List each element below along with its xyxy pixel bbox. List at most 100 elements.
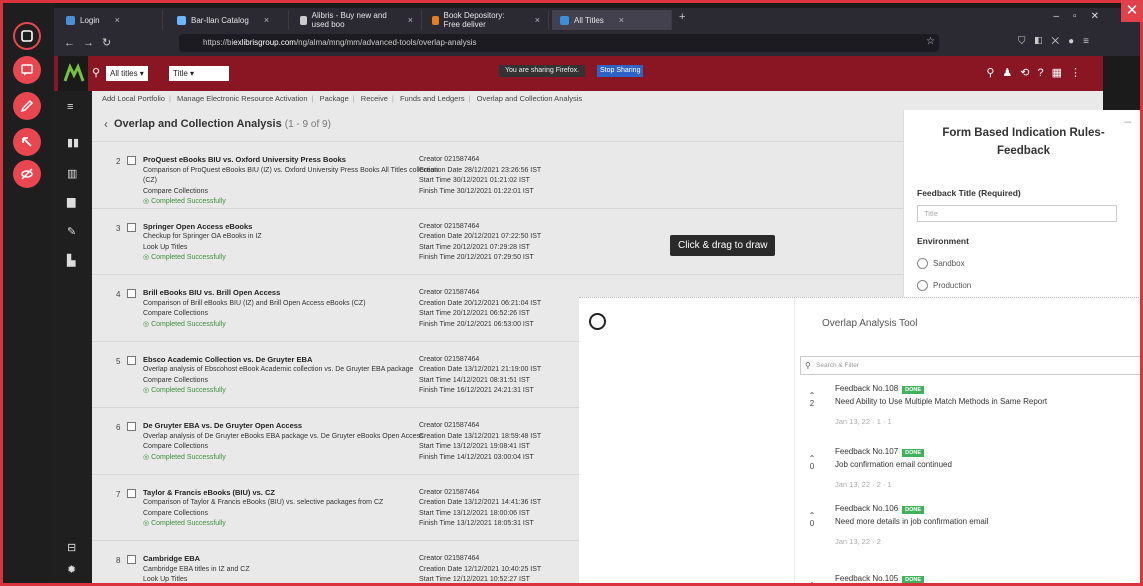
- sidebar-tools-icon[interactable]: ✎: [67, 225, 79, 238]
- close-icon[interactable]: ✕: [1121, 0, 1143, 22]
- search-scope-select[interactable]: All titles ▾: [106, 66, 148, 81]
- row-description: Checkup for Springer OA eBooks in IZ: [143, 233, 262, 240]
- row-creation-date: Creation Date 28/12/2021 23:26:56 IST: [419, 166, 542, 174]
- feedback-form-panel: – Form Based Indication Rules-Feedback F…: [903, 110, 1143, 300]
- sidebar-acquisitions-icon[interactable]: ≡: [67, 101, 79, 113]
- row-start-time: Start Time 13/12/2021 19:08:41 IST: [419, 443, 530, 450]
- row-checkbox[interactable]: [127, 289, 136, 298]
- url-path: /ng/alma/mng/mm/advanced-tools/overlap-a…: [295, 38, 477, 47]
- row-creation-date: Creation Date 13/12/2021 18:59:48 IST: [419, 432, 542, 440]
- feedback-description: Need more details in job confirmation em…: [835, 517, 989, 526]
- minimize-icon[interactable]: –: [1124, 114, 1131, 128]
- tab-favicon-icon: [560, 15, 569, 25]
- tab-close-icon[interactable]: ×: [115, 15, 120, 25]
- upvote-control[interactable]: ⌃0: [807, 582, 817, 586]
- sidebar-settings-icon[interactable]: ✹: [67, 563, 79, 576]
- subnav-item[interactable]: Receive: [361, 94, 388, 103]
- search-field-select[interactable]: Title ▾: [169, 66, 229, 81]
- annotation-toolbar: [0, 0, 54, 586]
- back-chevron-icon[interactable]: ‹: [104, 117, 108, 131]
- row-checkbox[interactable]: [127, 422, 136, 431]
- sidebar-admin-icon[interactable]: ▆: [67, 195, 79, 208]
- row-checkbox[interactable]: [127, 488, 136, 498]
- feedback-stats: Jan 13, 22 · 2 · 1: [835, 480, 892, 489]
- row-title[interactable]: Cambridge EBA: [143, 554, 443, 565]
- tab-close-icon[interactable]: ×: [408, 15, 413, 25]
- tool-search-input[interactable]: ⚲ Search & Filter: [800, 356, 1143, 375]
- feedback-title[interactable]: Feedback No.106: [835, 504, 898, 513]
- row-checkbox[interactable]: [127, 555, 136, 564]
- row-status: ◎ Completed Successfully: [143, 453, 443, 464]
- browser-tab[interactable]: Login ×: [58, 10, 163, 30]
- row-title[interactable]: Brill eBooks BIU vs. Brill Open Access: [143, 288, 443, 299]
- sidebar-analytics-icon[interactable]: ▙: [67, 254, 79, 267]
- tab-close-icon[interactable]: ×: [619, 15, 624, 25]
- upvote-control[interactable]: ⌃0: [807, 512, 817, 528]
- check-circle-icon: ◎: [143, 198, 150, 205]
- feedback-title[interactable]: Feedback No.108: [835, 384, 898, 393]
- row-creator: Creator 021587464: [419, 555, 480, 562]
- page-title: Overlap and Collection Analysis (1 - 9 o…: [114, 118, 331, 130]
- hide-icon[interactable]: [13, 160, 41, 188]
- feedback-header: Feedback No.107 DONE: [835, 447, 925, 457]
- row-checkbox[interactable]: [127, 355, 136, 365]
- subnav-item[interactable]: Add Local Portfolio: [102, 94, 165, 103]
- record-icon[interactable]: [13, 22, 41, 50]
- row-description: Overlap analysis of Ebscohost eBook Acad…: [143, 366, 414, 373]
- upvote-arrow-icon: ⌃: [808, 581, 816, 586]
- feedback-title-input[interactable]: Title: [917, 205, 1117, 222]
- row-checkbox[interactable]: [127, 156, 136, 165]
- row-finish-time: Finish Time 30/12/2021 01:22:01 IST: [419, 187, 534, 195]
- browser-tab[interactable]: Book Depository: Free deliver ×: [424, 10, 549, 30]
- window-controls[interactable]: –▫✕: [1054, 11, 1114, 22]
- row-status-text: Completed Successfully: [151, 387, 226, 394]
- form-title: Form Based Indication Rules-Feedback: [942, 127, 1105, 157]
- row-title[interactable]: Ebsco Academic Collection vs. De Gruyter…: [143, 355, 443, 366]
- field-label: Title: [173, 69, 188, 78]
- sidebar-fulfillment-icon[interactable]: ▥: [67, 167, 79, 180]
- row-creation-date: Creation Date 13/12/2021 21:19:00 IST: [419, 366, 542, 373]
- radio-production[interactable]: Production: [917, 280, 971, 291]
- environment-label: Environment: [917, 236, 969, 246]
- page-title-text: Overlap and Collection Analysis: [114, 118, 282, 130]
- comment-icon[interactable]: [13, 56, 41, 84]
- feedback-title[interactable]: Feedback No.107: [835, 447, 898, 456]
- row-checkbox[interactable]: [127, 222, 136, 232]
- upvote-control[interactable]: ⌃0: [807, 455, 817, 471]
- upvote-control[interactable]: ⌃ 2: [807, 392, 817, 408]
- subnav-item[interactable]: Package: [320, 94, 349, 103]
- tab-close-icon[interactable]: ×: [264, 15, 269, 25]
- sidebar-catalog-icon[interactable]: ⊟: [67, 541, 79, 554]
- alma-logo[interactable]: [58, 56, 88, 91]
- row-title[interactable]: Springer Open Access eBooks: [143, 222, 443, 233]
- row-status: ◎ Completed Successfully: [143, 197, 443, 208]
- browser-tab-active[interactable]: All Titles ×: [552, 10, 672, 30]
- row-status: ◎ Completed Successfully: [143, 519, 443, 530]
- radio-sandbox[interactable]: Sandbox: [917, 258, 965, 269]
- new-tab-icon[interactable]: +: [679, 11, 685, 23]
- tab-close-icon[interactable]: ×: [535, 15, 540, 25]
- row-title[interactable]: De Gruyter EBA vs. De Gruyter Open Acces…: [143, 421, 443, 432]
- feedback-header: Feedback No.108 DONE: [835, 384, 925, 394]
- nav-arrows-icon[interactable]: ←→↻: [64, 36, 119, 49]
- subnav-item[interactable]: Funds and Ledgers: [400, 94, 465, 103]
- stop-sharing-button[interactable]: Stop Sharing: [597, 65, 644, 77]
- bookmark-star-icon[interactable]: ☆: [926, 36, 935, 47]
- row-title[interactable]: ProQuest eBooks BIU vs. Oxford Universit…: [143, 155, 443, 166]
- pencil-icon[interactable]: [13, 92, 41, 120]
- sidebar-resources-icon[interactable]: ▮▮: [67, 136, 79, 149]
- subnav-item[interactable]: Overlap and Collection Analysis: [477, 94, 582, 103]
- url-field[interactable]: https://biexlibrisgroup.com/ng/alma/mng/…: [179, 34, 939, 52]
- row-info: Ebsco Academic Collection vs. De Gruyter…: [143, 355, 443, 397]
- extension-icons[interactable]: ⛉◧✕●≡: [1018, 36, 1098, 47]
- browser-tab[interactable]: Alibris - Buy new and used boo ×: [292, 10, 422, 30]
- row-type: Compare Collections: [143, 310, 208, 317]
- row-title[interactable]: Taylor & Francis eBooks (BIU) vs. CZ: [143, 488, 443, 499]
- feedback-title[interactable]: Feedback No.105: [835, 574, 898, 583]
- header-icons[interactable]: ⚲♟⟲?▦⋮: [986, 66, 1089, 79]
- subnav-item[interactable]: Manage Electronic Resource Activation: [177, 94, 308, 103]
- browser-tab[interactable]: Bar-Ilan Catalog ×: [169, 10, 289, 30]
- feedback-header: Feedback No.106 DONE: [835, 504, 925, 514]
- arrow-icon[interactable]: [13, 128, 41, 156]
- page-count: (1 - 9 of 9): [284, 119, 331, 130]
